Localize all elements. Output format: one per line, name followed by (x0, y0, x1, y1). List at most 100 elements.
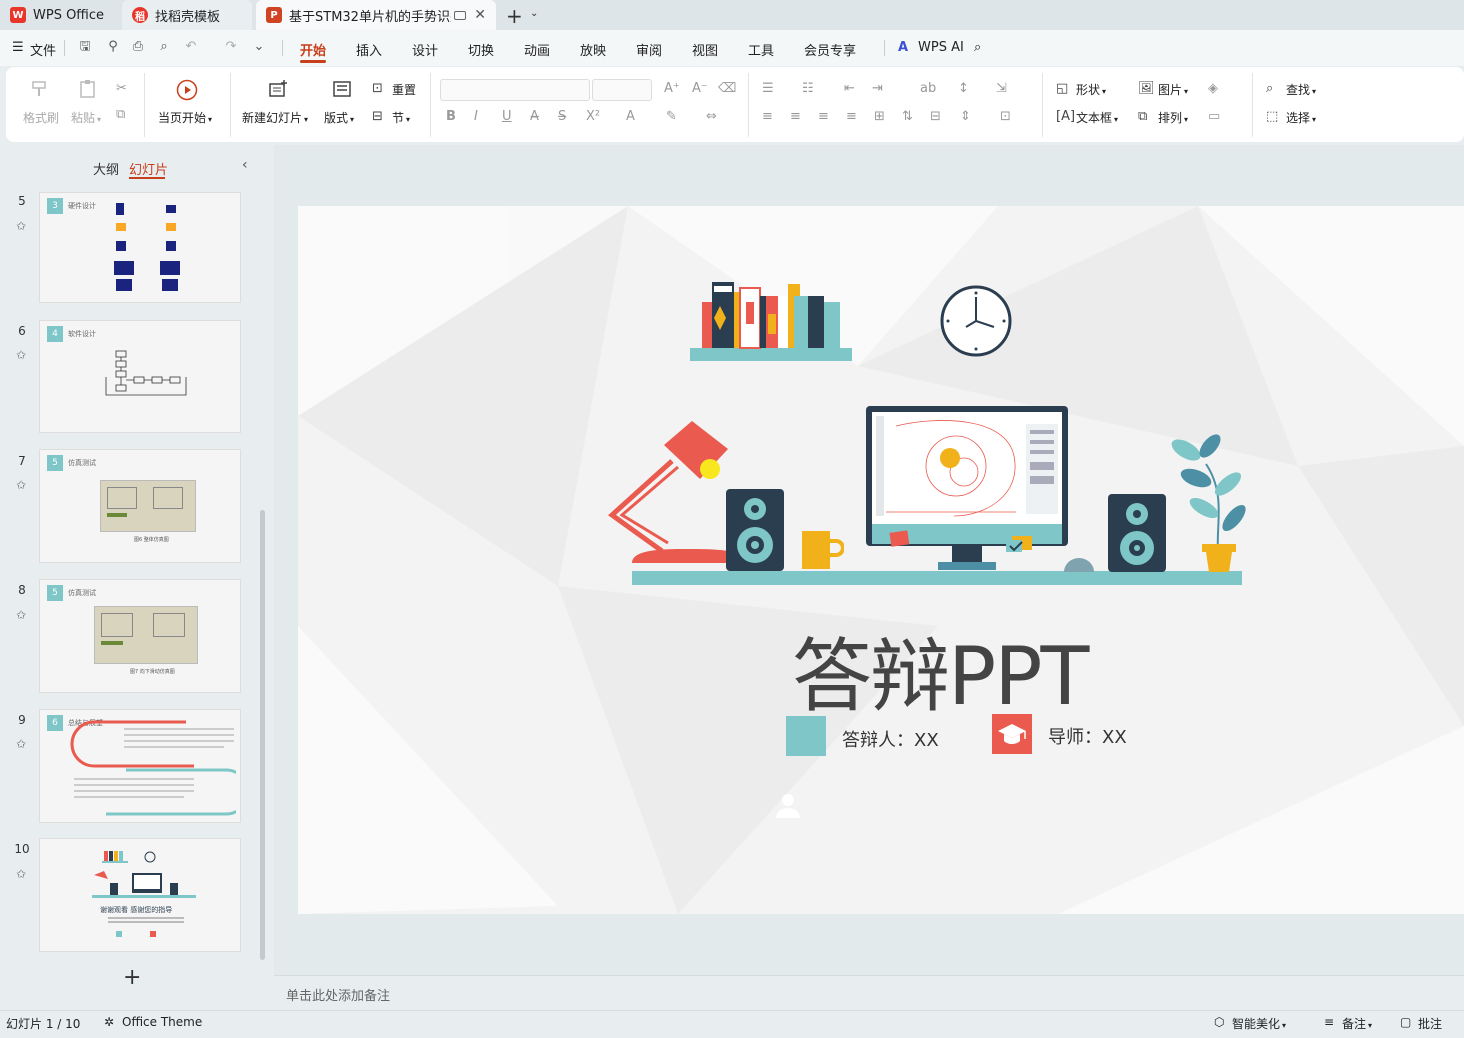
textbox-button[interactable]: 文本框 ▾ (1076, 109, 1118, 126)
menu-tab-tools[interactable]: 工具 (748, 40, 774, 59)
slide-thumbnail-10[interactable]: 谢谢观看 感谢您的指导 (39, 838, 241, 952)
menu-tab-design[interactable]: 设计 (412, 40, 438, 59)
menu-wps-ai[interactable]: WPS AI (918, 40, 964, 55)
star-icon[interactable]: ✩ (16, 219, 26, 233)
search-icon[interactable]: ⌕ (974, 40, 981, 55)
share-icon[interactable]: ⚲ (106, 40, 120, 54)
comments-toggle[interactable]: 批注 (1418, 1015, 1442, 1032)
undo-icon[interactable]: ↶ (184, 40, 198, 54)
presenter-label[interactable]: 答辩人：XX (842, 726, 939, 752)
shape-button[interactable]: 形状 ▾ (1076, 81, 1106, 98)
print-preview-icon[interactable]: ⌕ (157, 40, 171, 54)
text-direction-icon[interactable]: ab (920, 81, 936, 96)
chevron-down-icon[interactable]: ⌄ (252, 40, 266, 54)
menu-tab-transitions[interactable]: 切换 (468, 40, 494, 59)
collapse-panel-icon[interactable]: ‹ (242, 157, 248, 173)
slide-thumbnail-6[interactable]: 4 软件设计 (39, 320, 241, 433)
underline-icon[interactable]: U (502, 109, 512, 124)
find-button[interactable]: 查找 ▾ (1286, 81, 1316, 98)
bullet-list-icon[interactable]: ☰ (762, 81, 774, 96)
star-icon[interactable]: ✩ (16, 478, 26, 492)
shadow-icon[interactable]: S̶ (558, 109, 566, 124)
close-icon[interactable]: ✕ (474, 7, 486, 23)
star-icon[interactable]: ✩ (16, 867, 26, 881)
font-color-icon[interactable]: A (626, 109, 635, 124)
slide-thumbnail-5[interactable]: 3 硬件设计 (39, 192, 241, 303)
chevron-down-icon[interactable]: ⌄ (530, 8, 538, 19)
align-center-icon[interactable]: ≡ (790, 109, 801, 124)
decrease-font-icon[interactable]: A⁻ (692, 81, 708, 96)
decrease-indent-icon[interactable]: ⇤ (844, 81, 855, 96)
font-family-select[interactable] (440, 79, 590, 101)
slide-editor[interactable]: 答辩PPT 答辩人：XX 导师：XX (298, 206, 1464, 914)
slide-thumbnail-8[interactable]: 5 仿真测试 图7 向下滑动仿真图 (39, 579, 241, 693)
reset-button[interactable]: 重置 (392, 81, 416, 98)
menu-tab-member[interactable]: 会员专享 (804, 40, 856, 59)
theme-name[interactable]: Office Theme (122, 1015, 202, 1029)
tab-slides[interactable]: 幻灯片 (129, 159, 168, 178)
superscript-icon[interactable]: X² (586, 109, 600, 124)
increase-font-icon[interactable]: A⁺ (664, 81, 680, 96)
print-icon[interactable]: ⎙ (131, 40, 145, 54)
add-slide-icon[interactable]: + (123, 965, 141, 990)
paragraph-spacing-icon[interactable]: ⇕ (960, 109, 971, 124)
menu-tab-animations[interactable]: 动画 (524, 40, 550, 59)
text-box-options-icon[interactable]: ⊡ (1000, 109, 1011, 124)
cut-icon[interactable]: ✂ (116, 81, 127, 96)
play-from-current-button[interactable]: 当页开始 ▾ (158, 109, 212, 126)
outline-icon[interactable]: ▭ (1208, 109, 1220, 124)
notes-pane[interactable]: 单击此处添加备注 (274, 975, 1464, 1010)
fill-icon[interactable]: ◈ (1208, 81, 1218, 96)
char-spacing-icon[interactable]: ⇔ (706, 109, 717, 124)
panel-scrollbar[interactable] (260, 510, 265, 960)
format-painter-button[interactable]: 格式刷 (23, 109, 59, 126)
arrange-button[interactable]: 排列 ▾ (1158, 109, 1188, 126)
strikethrough-icon[interactable]: A̶ (530, 109, 539, 124)
bold-icon[interactable]: B (446, 109, 456, 124)
font-size-select[interactable] (592, 79, 652, 101)
section-button[interactable]: 节 ▾ (392, 109, 410, 126)
menu-tab-view[interactable]: 视图 (692, 40, 718, 59)
clear-format-icon[interactable]: ⌫ (718, 81, 736, 96)
hamburger-icon[interactable]: ☰ (12, 40, 24, 55)
numbered-list-icon[interactable]: ☷ (802, 81, 814, 96)
menu-tab-home[interactable]: 开始 (300, 40, 326, 59)
layout-button[interactable]: 版式 ▾ (324, 109, 354, 126)
align-right-icon[interactable]: ≡ (818, 109, 829, 124)
increase-indent-icon[interactable]: ⇥ (872, 81, 883, 96)
menu-tab-review[interactable]: 审阅 (636, 40, 662, 59)
slide-thumbnail-9[interactable]: 6 总结与展望 (39, 709, 241, 823)
align-left-icon[interactable]: ≡ (762, 109, 773, 124)
tab-wps-office[interactable]: W WPS Office (0, 0, 116, 30)
redo-icon[interactable]: ↷ (224, 40, 238, 54)
select-button[interactable]: 选择 ▾ (1286, 109, 1316, 126)
slide-title[interactable]: 答辩PPT (792, 612, 1089, 728)
notes-toggle[interactable]: 备注 ▾ (1342, 1015, 1372, 1032)
tab-docer-templates[interactable]: 稻 找稻壳模板 (122, 0, 252, 30)
columns-icon[interactable]: ⊟ (930, 109, 941, 124)
copy-icon[interactable]: ⧉ (116, 107, 125, 122)
convert-smartart-icon[interactable]: ⇲ (996, 81, 1007, 96)
monitor-icon[interactable] (454, 10, 466, 20)
distribute-icon[interactable]: ⊞ (874, 109, 885, 124)
tab-outline[interactable]: 大纲 (93, 159, 119, 178)
menu-tab-insert[interactable]: 插入 (356, 40, 382, 59)
advisor-label[interactable]: 导师：XX (1048, 723, 1127, 749)
new-slide-button[interactable]: 新建幻灯片 ▾ (242, 109, 308, 126)
star-icon[interactable]: ✩ (16, 348, 26, 362)
star-icon[interactable]: ✩ (16, 608, 26, 622)
vertical-align-icon[interactable]: ⇅ (902, 109, 913, 124)
menu-file[interactable]: 文件 (30, 40, 56, 59)
beautify-button[interactable]: 智能美化 ▾ (1232, 1015, 1286, 1032)
highlight-icon[interactable]: ✎ (666, 109, 677, 124)
menu-tab-slideshow[interactable]: 放映 (580, 40, 606, 59)
save-icon[interactable]: 🖫 (78, 40, 92, 54)
tab-current-document[interactable]: P 基于STM32单片机的手势识别 ✕ (256, 0, 496, 30)
paste-button[interactable]: 粘贴 ▾ (71, 109, 101, 126)
slide-thumbnail-7[interactable]: 5 仿真测试 图6 整体仿真图 (39, 449, 241, 563)
line-spacing-icon[interactable]: ↕ (958, 81, 969, 96)
new-tab-icon[interactable]: + (506, 4, 523, 28)
italic-icon[interactable]: I (474, 109, 478, 124)
star-icon[interactable]: ✩ (16, 737, 26, 751)
picture-button[interactable]: 图片 ▾ (1158, 81, 1188, 98)
